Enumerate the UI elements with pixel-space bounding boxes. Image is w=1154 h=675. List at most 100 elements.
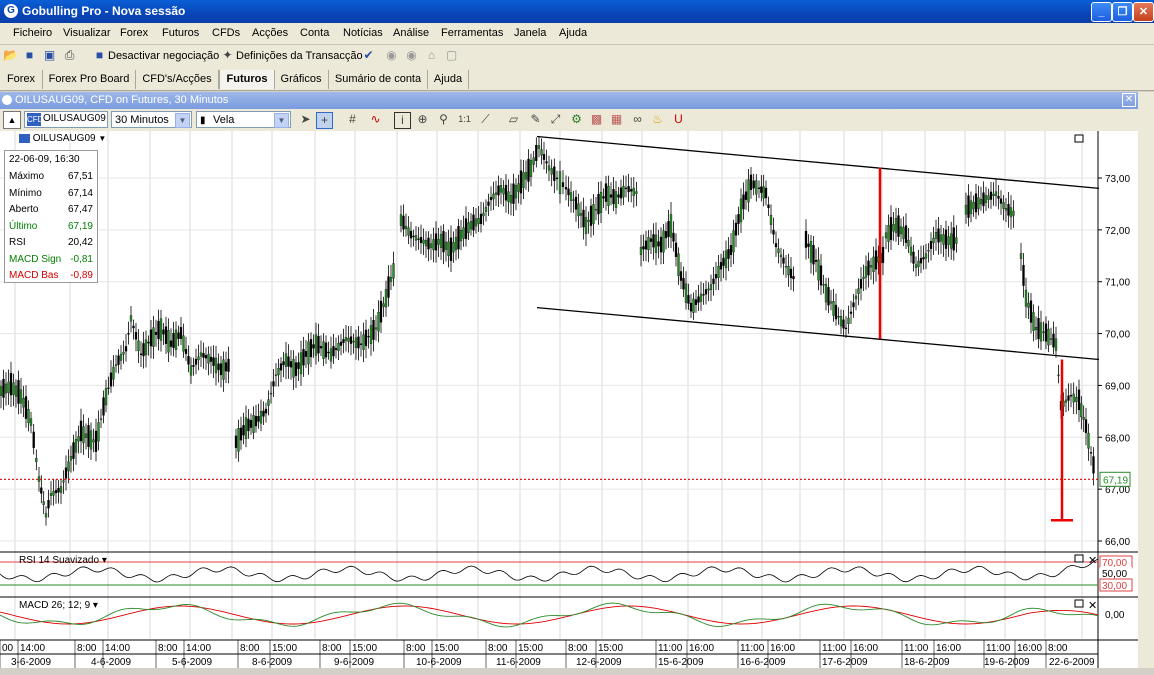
expand-icon[interactable]: ⤢: [548, 112, 563, 127]
candle-body: [262, 410, 265, 417]
menu-forex[interactable]: Forex: [120, 27, 148, 39]
candle-body: [984, 195, 988, 204]
link-icon[interactable]: ∞: [630, 112, 645, 127]
candle-body: [669, 214, 673, 238]
candle-body: [967, 195, 970, 218]
tab-forex[interactable]: Forex: [0, 70, 43, 89]
candle-body: [1004, 208, 1008, 211]
ratio-icon[interactable]: 1:1: [457, 112, 472, 127]
chart-area[interactable]: 73,00 72,00 71,00 70,00 69,00 68,00 67,00 66,00…: [0, 131, 1138, 668]
candle-body: [277, 368, 280, 376]
crosshair-icon[interactable]: +: [316, 112, 333, 129]
candle-body: [844, 327, 848, 330]
zoom-icon[interactable]: ⚲: [436, 112, 451, 127]
maximize-button[interactable]: ❐: [1112, 2, 1133, 22]
tab-sumario-conta[interactable]: Sumário de conta: [329, 70, 428, 89]
candle-body: [117, 355, 120, 365]
candle-body: [1052, 333, 1055, 348]
price-chart[interactable]: 73,00 72,00 71,00 70,00 69,00 68,00 67,00 66,00…: [0, 131, 1138, 668]
minimize-button[interactable]: _: [1091, 2, 1112, 22]
tab-forex-pro-board[interactable]: Forex Pro Board: [43, 70, 136, 89]
forward-icon[interactable]: ◉: [404, 48, 419, 63]
check-icon[interactable]: ✔: [361, 48, 376, 63]
menu-accoes[interactable]: Acções: [252, 27, 288, 39]
zoom-plus-icon[interactable]: ⊕: [415, 112, 430, 127]
candle-body: [89, 430, 93, 450]
candle-body: [822, 284, 825, 286]
time-tick-label: 8:00: [77, 643, 97, 654]
candle-body: [142, 343, 145, 357]
candle-body: [635, 191, 638, 194]
candle-body: [824, 283, 828, 303]
fibonacci-icon[interactable]: ⚙: [569, 112, 584, 127]
candle-body: [760, 186, 763, 193]
menu-conta[interactable]: Conta: [300, 27, 329, 39]
candle-body: [1087, 432, 1090, 449]
close-button[interactable]: ✕: [1133, 2, 1154, 22]
tab-ajuda[interactable]: Ajuda: [428, 70, 469, 89]
eraser-icon[interactable]: ▱: [506, 112, 521, 127]
open-folder-icon[interactable]: 📂: [3, 48, 18, 63]
chart-close-icon[interactable]: ✕: [1122, 93, 1136, 107]
save-icon[interactable]: ■: [22, 48, 37, 63]
candle-body: [429, 243, 433, 248]
time-tick-label: 15:00: [272, 643, 297, 654]
magnet-icon[interactable]: U: [671, 112, 686, 127]
grid-icon[interactable]: #: [345, 112, 360, 127]
menu-analise[interactable]: Análise: [393, 27, 429, 39]
indicator-icon[interactable]: ∿: [368, 112, 383, 127]
template-icon[interactable]: ▩: [589, 112, 604, 127]
menu-janela[interactable]: Janela: [514, 27, 546, 39]
info-icon[interactable]: i: [394, 112, 411, 129]
candle-body: [897, 215, 900, 237]
candle-body: [127, 333, 130, 335]
time-tick-label: 8:00: [322, 643, 342, 654]
candle-body: [282, 361, 285, 366]
settings-pin-icon[interactable]: ✦: [220, 48, 235, 63]
home-icon[interactable]: ⌂: [424, 48, 439, 63]
menu-cfds[interactable]: CFDs: [212, 27, 240, 39]
layout-icon[interactable]: ▦: [609, 112, 624, 127]
chart-symbol-label[interactable]: OILUSAUG09 ▼: [19, 133, 106, 144]
candle-body: [462, 227, 465, 239]
interval-select[interactable]: 30 Minutos ▼: [111, 111, 192, 128]
refresh-icon[interactable]: ▢: [444, 48, 459, 63]
deactivate-trading-button[interactable]: Desactivar negociação: [108, 50, 219, 62]
date-label: 16-6-2009: [740, 657, 786, 668]
tab-cfds-accoes[interactable]: CFD's/Acções: [136, 70, 219, 89]
candle-body: [934, 232, 938, 239]
alert-bell-icon[interactable]: ♨: [650, 112, 665, 127]
right-panel-edge: [1138, 92, 1154, 668]
candle-body: [169, 340, 173, 347]
line-tool-icon[interactable]: ⟋: [478, 112, 493, 127]
back-icon[interactable]: ◉: [384, 48, 399, 63]
candle-body: [174, 329, 178, 350]
info-row-label: RSI: [9, 237, 26, 248]
symbol-field[interactable]: CFD OILUSAUG09: [24, 111, 108, 128]
menu-ferramentas[interactable]: Ferramentas: [441, 27, 503, 39]
menu-noticias[interactable]: Notícias: [343, 27, 383, 39]
tab-futuros[interactable]: Futuros: [219, 70, 275, 89]
menu-visualizar[interactable]: Visualizar: [63, 27, 111, 39]
menu-ficheiro[interactable]: Ficheiro: [13, 27, 52, 39]
save-all-icon[interactable]: ▣: [42, 48, 57, 63]
candle-body: [729, 245, 733, 256]
transaction-settings-button[interactable]: Definições da Transacção: [236, 50, 363, 62]
menu-ajuda[interactable]: Ajuda: [559, 27, 587, 39]
collapse-up-icon[interactable]: ▲: [3, 111, 21, 129]
chart-type-select[interactable]: ▮ Vela ▼: [196, 111, 291, 128]
tab-graficos[interactable]: Gráficos: [274, 70, 329, 89]
cursor-arrow-icon[interactable]: ➤: [298, 112, 313, 127]
candle-body: [1089, 452, 1093, 454]
pencil-icon[interactable]: ✎: [528, 112, 543, 127]
candle-body: [439, 234, 443, 248]
menu-futuros[interactable]: Futuros: [162, 27, 199, 39]
candle-body: [109, 372, 113, 387]
info-row-label: Último: [9, 220, 38, 232]
deactivate-trading-icon[interactable]: ■: [92, 48, 107, 63]
candle-body: [1049, 338, 1053, 340]
candle-body: [874, 250, 878, 270]
print-icon[interactable]: ⎙: [62, 48, 77, 63]
candle-body: [627, 186, 630, 193]
candle-body: [312, 344, 315, 349]
